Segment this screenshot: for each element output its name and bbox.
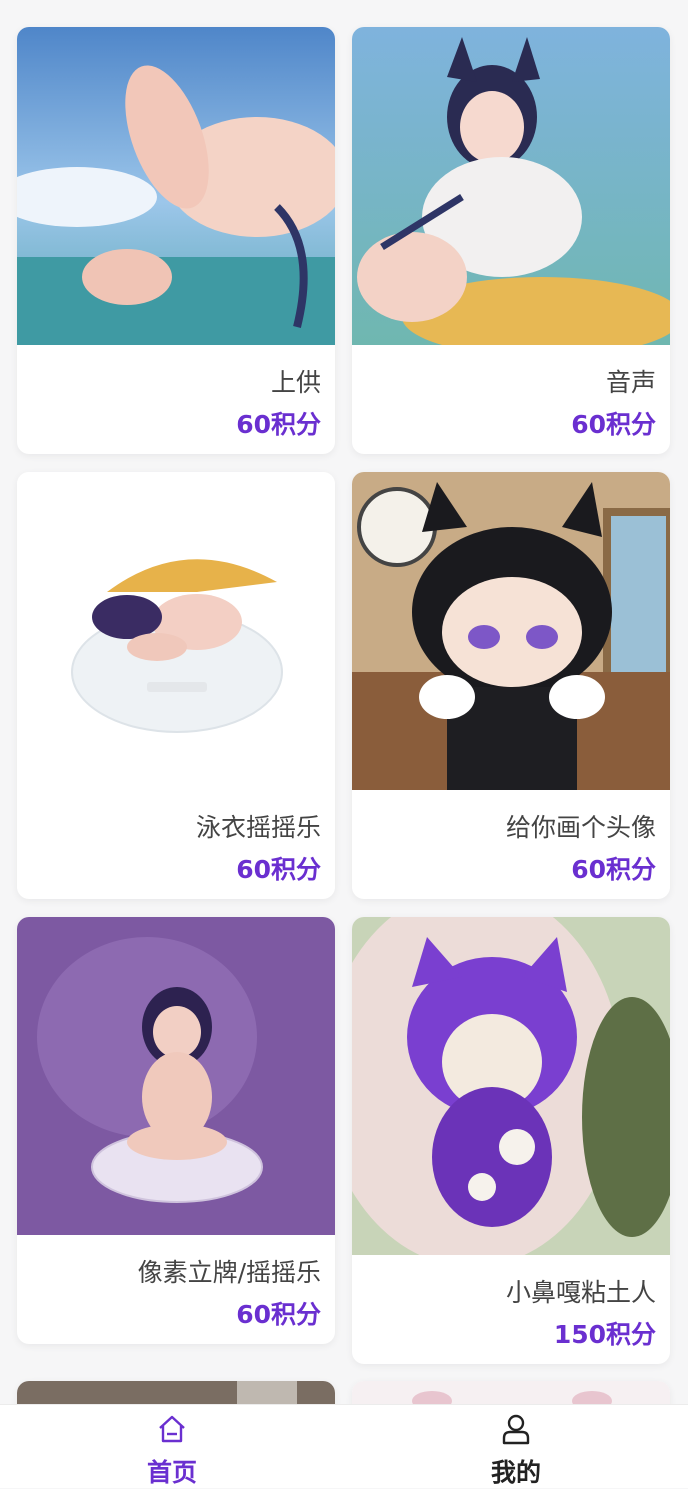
product-title: 泳衣摇摇乐: [195, 813, 321, 842]
product-card[interactable]: [17, 1381, 335, 1404]
product-image[interactable]: [17, 27, 335, 345]
product-image[interactable]: [17, 1381, 335, 1404]
product-title: 像素立牌/摇摇乐: [137, 1258, 321, 1287]
product-image[interactable]: [352, 1381, 670, 1404]
product-price: 60积分: [236, 855, 321, 884]
product-card[interactable]: 像素立牌/摇摇乐 60积分: [17, 917, 335, 1344]
product-price: 60积分: [236, 1300, 321, 1329]
product-title: 音声: [605, 368, 656, 397]
product-card[interactable]: [352, 1381, 670, 1404]
bottom-tab-bar: 首页 我的: [0, 1404, 688, 1488]
product-title: 给你画个头像: [505, 813, 656, 842]
product-card[interactable]: 上供 60积分: [17, 27, 335, 454]
product-image[interactable]: [352, 472, 670, 790]
product-price: 60积分: [571, 410, 656, 439]
product-image[interactable]: [352, 27, 670, 345]
product-price: 150积分: [553, 1320, 656, 1349]
user-icon: [502, 1414, 530, 1445]
product-image[interactable]: [17, 472, 335, 790]
tab-home-label: 首页: [146, 1458, 197, 1487]
product-title: 上供: [270, 368, 321, 397]
product-card[interactable]: 音声 60积分: [352, 27, 670, 454]
product-card[interactable]: 泳衣摇摇乐 60积分: [17, 472, 335, 899]
product-card[interactable]: 给你画个头像 60积分: [352, 472, 670, 899]
home-icon: [159, 1415, 185, 1443]
product-feed[interactable]: 上供 60积分 音声 60积分 泳衣摇摇乐 60积分 给你画个头像 60积分 像…: [0, 0, 688, 1404]
product-image[interactable]: [352, 917, 670, 1255]
product-image[interactable]: [17, 917, 335, 1235]
product-price: 60积分: [236, 410, 321, 439]
product-price: 60积分: [571, 855, 656, 884]
tab-mine[interactable]: 我的: [344, 1405, 688, 1489]
product-card[interactable]: 小鼻嘎粘土人 150积分: [352, 917, 670, 1364]
product-title: 小鼻嘎粘土人: [505, 1278, 656, 1307]
tab-mine-label: 我的: [490, 1458, 541, 1487]
tab-home[interactable]: 首页: [0, 1405, 344, 1489]
